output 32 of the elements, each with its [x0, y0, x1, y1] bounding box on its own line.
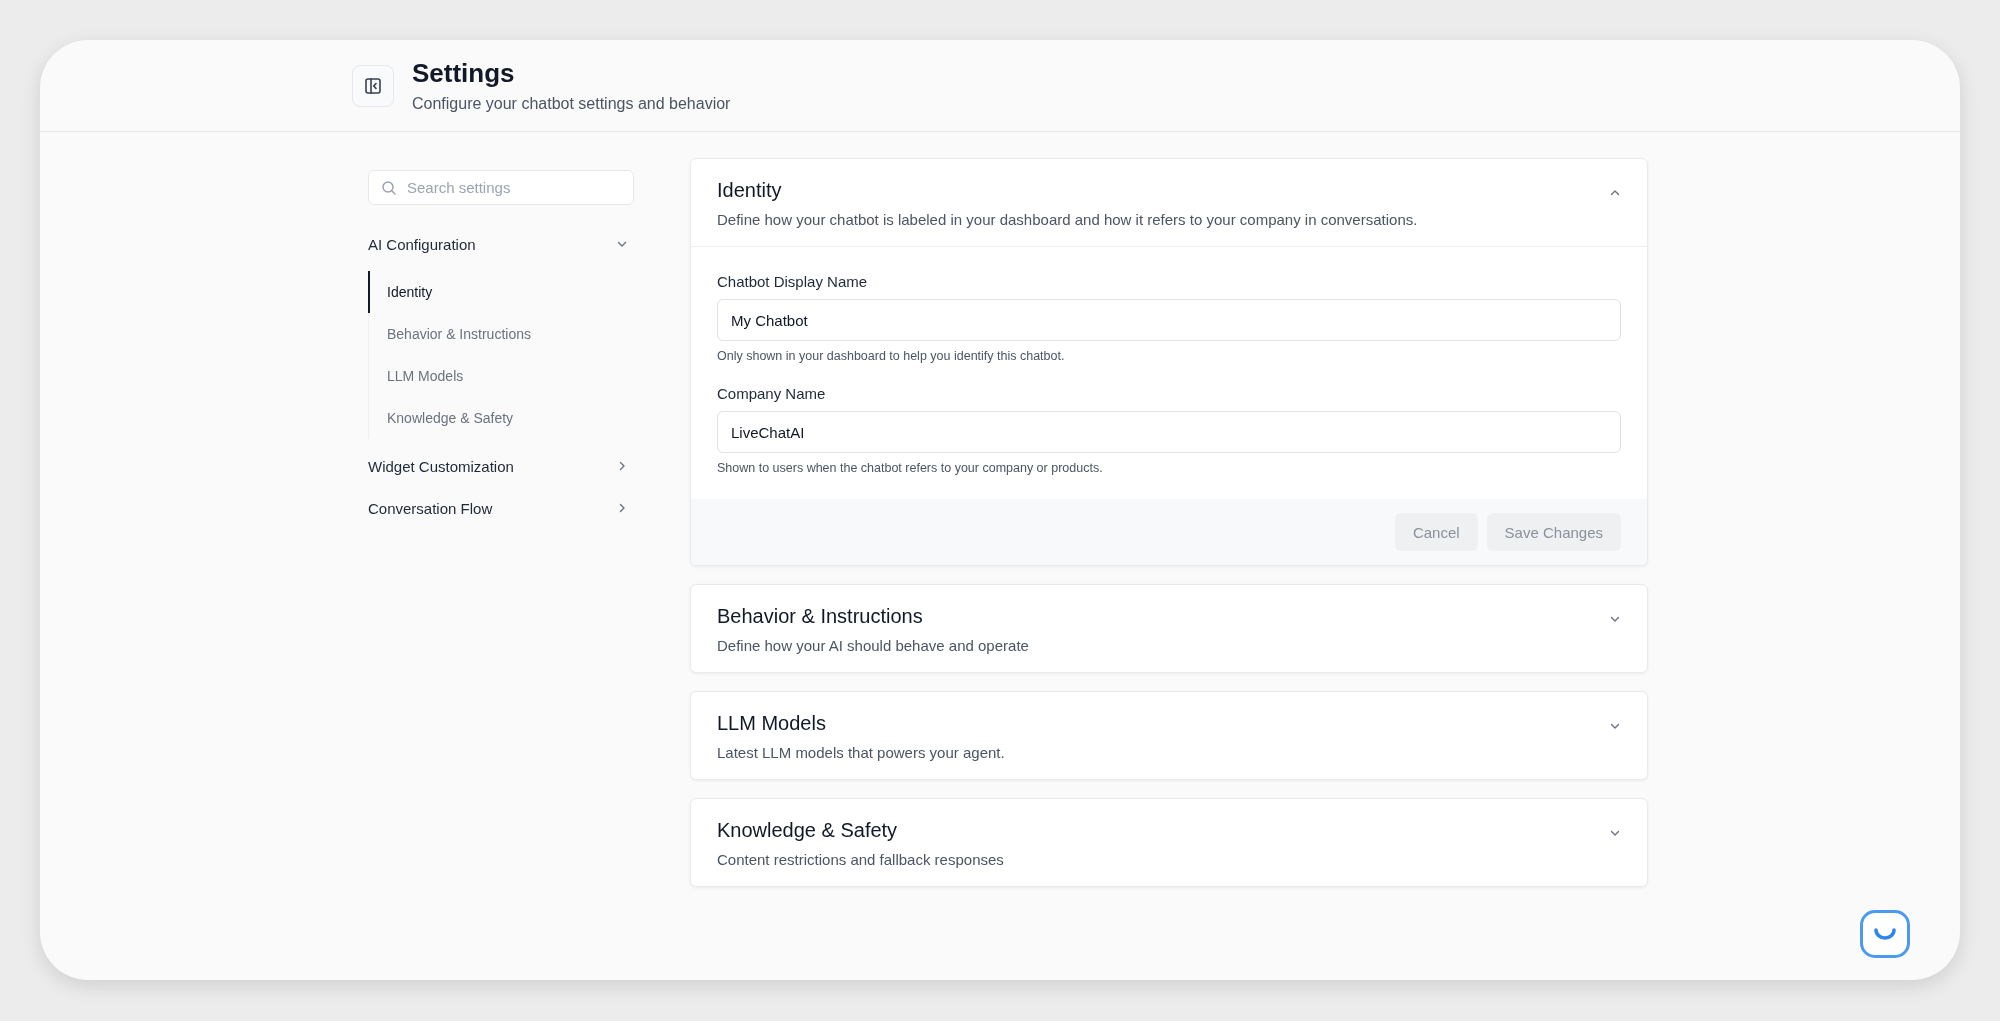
page-subtitle: Configure your chatbot settings and behavior [412, 95, 731, 113]
sidebar-item[interactable]: Identity [368, 271, 634, 313]
section-title: Identity [717, 179, 783, 202]
search-field[interactable]: Search settings [368, 170, 634, 205]
sidebar-group[interactable]: Widget Customization [368, 445, 634, 487]
section-description: Define how your AI should behave and operate [717, 637, 1029, 654]
sidebar-group[interactable]: Conversation Flow [368, 487, 634, 529]
field-label: Chatbot Display Name [717, 273, 869, 290]
chat-launcher-button[interactable] [1860, 910, 1910, 958]
section-header[interactable]: LLM Models Latest LLM models that powers your agent. [691, 692, 1647, 779]
collapse-sidebar-button[interactable] [352, 64, 394, 107]
section-description: Latest LLM models that powers your agent. [717, 744, 1005, 761]
field-hint: Shown to users when the chatbot refers to your company or products. [717, 461, 1104, 475]
section-title: LLM Models [717, 712, 827, 735]
page-title: Settings [412, 58, 516, 89]
sidebar-item[interactable]: Behavior & Instructions [368, 313, 634, 355]
section-header[interactable]: Knowledge & Safety Content restrictions and fallback responses [691, 799, 1647, 886]
section-description: Define how your chatbot is labeled in your dashboard and how it refers to your company in conversations. [717, 211, 1418, 228]
smile-icon [1873, 927, 1897, 941]
sidebar-collapse-icon [364, 76, 382, 95]
sidebar-item[interactable]: Knowledge & Safety [368, 397, 634, 439]
section-header[interactable]: Behavior & Instructions Define how your AI should behave and operate [691, 585, 1647, 672]
section-title: Knowledge & Safety [717, 819, 899, 842]
field-label: Company Name [717, 385, 827, 402]
section-header[interactable]: Identity Define how your chatbot is labeled in your dashboard and how it refers to your company in conversations. [691, 159, 1647, 247]
text-input[interactable]: My Chatbot [717, 299, 1621, 341]
sidebar-item[interactable]: LLM Models [368, 355, 634, 397]
sidebar-group[interactable]: AI Configuration [368, 223, 634, 265]
field-hint: Only shown in your dashboard to help you identify this chatbot. [717, 349, 1066, 363]
section-title: Behavior & Instructions [717, 605, 924, 628]
section-description: Content restrictions and fallback responses [717, 851, 1004, 868]
text-input[interactable]: LiveChatAI [717, 411, 1621, 453]
